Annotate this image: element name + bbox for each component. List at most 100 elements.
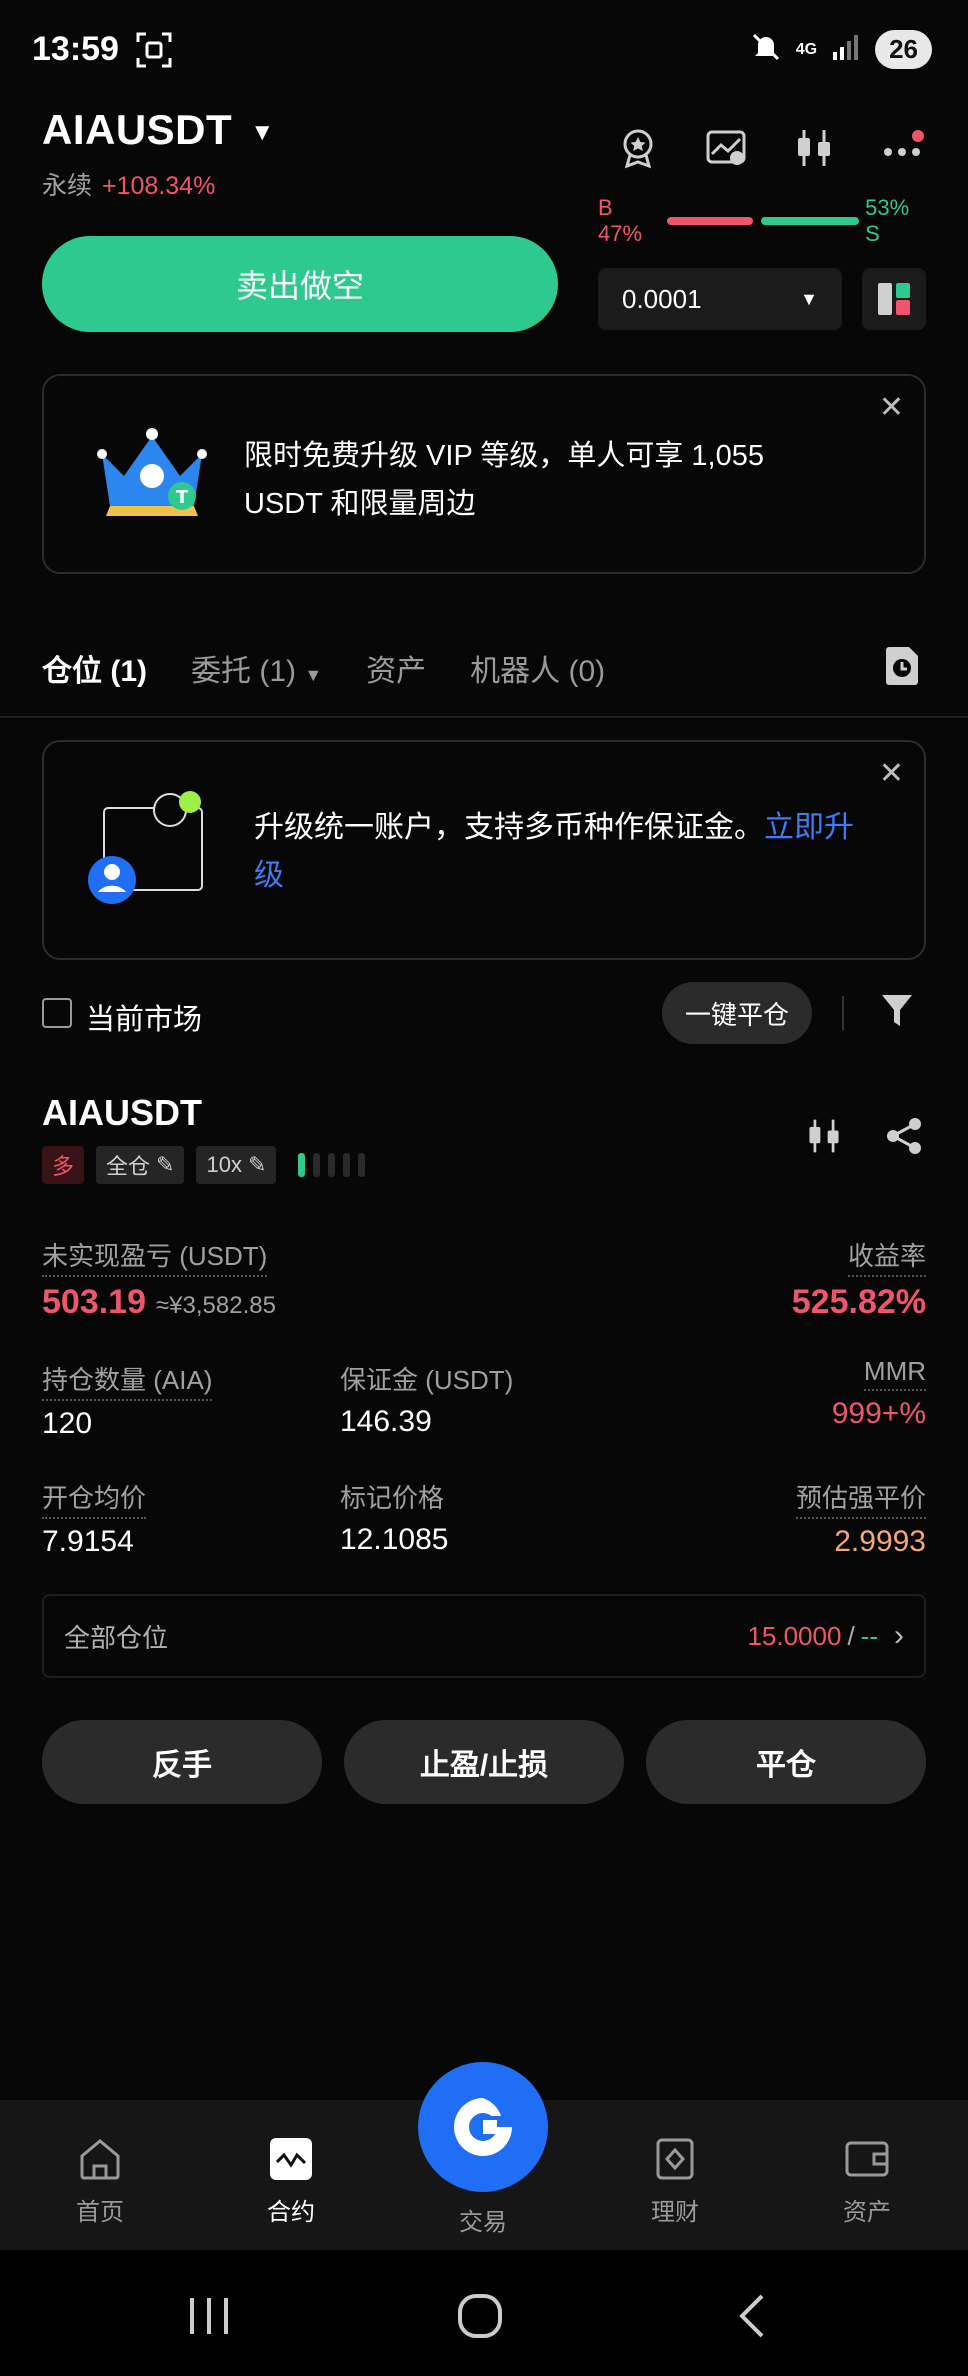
tpsl-button[interactable]: 止盈/止损 <box>344 1720 624 1804</box>
all-positions-row[interactable]: 全部仓位 15.0000 / -- › <box>42 1594 926 1678</box>
mmr-block: MMR 999+% <box>832 1356 926 1431</box>
share-icon[interactable] <box>884 1116 924 1161</box>
reverse-button[interactable]: 反手 <box>42 1720 322 1804</box>
edit-icon: ✎ <box>247 1152 267 1177</box>
leverage-tag[interactable]: 10x ✎ <box>196 1146 277 1184</box>
mark-price-label: 标记价格 <box>340 1483 445 1513</box>
size-label[interactable]: 持仓数量 (AIA) <box>42 1360 213 1401</box>
liq-price-label[interactable]: 预估强平价 <box>795 1478 926 1519</box>
orderbook-icon <box>878 283 910 315</box>
vip-promo-text: 限时免费升级 VIP 等级，单人可享 1,055 USDT 和限量周边 <box>244 440 764 520</box>
nav-home[interactable]: 首页 <box>35 2136 165 2227</box>
sell-ratio: 53% S <box>865 195 910 246</box>
battery-indicator: 26 <box>875 30 932 69</box>
liq-price-value: 2.9993 <box>834 1525 926 1558</box>
signal-icon <box>831 32 861 67</box>
unified-account-card[interactable]: 升级统一账户，支持多币种作保证金。立即升级 ✕ <box>42 740 926 960</box>
size-block: 持仓数量 (AIA) 120 <box>42 1360 213 1441</box>
chevron-down-icon: ▼ <box>250 118 275 146</box>
current-market-checkbox[interactable] <box>42 998 72 1028</box>
chart-card-icon[interactable] <box>704 126 748 170</box>
close-icon[interactable]: ✕ <box>879 390 904 425</box>
size-value: 120 <box>42 1407 93 1440</box>
home-icon <box>80 2139 120 2180</box>
layout-toggle-button[interactable] <box>862 268 926 330</box>
account-upgrade-icon <box>88 788 208 913</box>
side-tag: 多 <box>42 1146 85 1184</box>
vip-promo-card[interactable]: T 限时免费升级 VIP 等级，单人可享 1,055 USDT 和限量周边 ✕ <box>42 374 926 574</box>
mark-price-block: 标记价格 12.1085 <box>340 1478 448 1557</box>
svg-text:T: T <box>176 487 189 508</box>
entry-price-label[interactable]: 开仓均价 <box>42 1478 147 1519</box>
nav-futures[interactable]: 合约 <box>226 2136 356 2227</box>
nav-earn[interactable]: 理财 <box>610 2136 740 2227</box>
leverage-level-indicator <box>298 1153 366 1177</box>
nav-trade-label: 交易 <box>459 2209 507 2236</box>
margin-value: 146.39 <box>340 1405 432 1438</box>
position-actions <box>804 1116 924 1161</box>
divider <box>842 996 844 1030</box>
badge-icon[interactable] <box>616 126 660 170</box>
status-time: 13:59 <box>32 30 119 68</box>
unrealized-pnl-label[interactable]: 未实现盈亏 (USDT) <box>42 1236 268 1277</box>
more-icon[interactable] <box>880 126 924 170</box>
nav-assets[interactable]: 资产 <box>802 2136 932 2227</box>
quantity-value: 0.0001 <box>622 283 702 314</box>
nav-trade-button[interactable] <box>418 2062 548 2192</box>
caret-down-icon: ▼ <box>800 288 818 309</box>
all-positions-value: 15.0000 <box>747 1620 842 1651</box>
system-nav-bar <box>0 2250 968 2376</box>
all-positions-dash: -- <box>860 1620 878 1651</box>
unrealized-pnl-cny: ≈¥3,582.85 <box>156 1292 276 1319</box>
entry-price-value: 7.9154 <box>42 1525 134 1558</box>
close-position-button[interactable]: 平仓 <box>646 1720 926 1804</box>
price-change: +108.34% <box>102 172 216 200</box>
all-positions-separator: / <box>847 1620 855 1651</box>
futures-icon <box>270 2138 312 2180</box>
sell-ratio-bar <box>761 217 860 225</box>
unrealized-pnl-value: 503.19 <box>42 1283 146 1321</box>
tabs-divider <box>0 716 968 718</box>
crown-icon: T <box>92 414 212 529</box>
unified-account-text: 升级统一账户，支持多币种作保证金。立即升级 <box>254 811 854 892</box>
entry-price-block: 开仓均价 7.9154 <box>42 1478 147 1559</box>
status-icons: 4G 26 <box>750 30 932 69</box>
sell-short-button[interactable]: 卖出做空 <box>42 236 558 332</box>
history-icon[interactable] <box>884 646 920 691</box>
mute-icon <box>750 31 782 68</box>
mmr-label[interactable]: MMR <box>863 1356 926 1391</box>
back-icon[interactable] <box>734 2292 770 2345</box>
pair-subtitle: 永续 +108.34% <box>42 172 216 200</box>
position-tags: 多 全仓 ✎ 10x ✎ <box>42 1146 366 1184</box>
quantity-select[interactable]: 0.0001 ▼ <box>598 268 842 330</box>
screenshot-icon <box>134 30 174 75</box>
tab-positions[interactable]: 仓位 (1) <box>42 646 147 690</box>
position-symbol[interactable]: AIAUSDT <box>42 1092 202 1134</box>
tab-orders[interactable]: 委托 (1) ▼ <box>191 646 322 690</box>
buy-ratio: B 47% <box>598 195 643 246</box>
tab-assets[interactable]: 资产 <box>366 646 426 690</box>
pair-title[interactable]: AIAUSDT ▼ <box>42 106 275 154</box>
margin-block: 保证金 (USDT) 146.39 <box>340 1360 513 1439</box>
filter-icon[interactable] <box>880 992 914 1035</box>
roe-label[interactable]: 收益率 <box>847 1236 926 1277</box>
roe-value: 525.82% <box>791 1283 926 1321</box>
trade-icon <box>454 2098 512 2156</box>
header-actions <box>616 126 924 170</box>
current-market-label: 当前市场 <box>86 1004 203 1036</box>
candlestick-icon[interactable] <box>792 126 836 170</box>
wallet-icon <box>845 2141 889 2177</box>
home-button-icon[interactable] <box>456 2292 504 2345</box>
recent-apps-icon[interactable] <box>186 2294 232 2343</box>
caret-down-icon: ▼ <box>304 665 323 685</box>
close-all-button[interactable]: 一键平仓 <box>662 982 812 1044</box>
unrealized-pnl-block: 未实现盈亏 (USDT) 503.19 ≈¥3,582.85 <box>42 1236 276 1322</box>
tab-bots[interactable]: 机器人 (0) <box>470 646 605 690</box>
chevron-right-icon: › <box>894 1619 904 1652</box>
margin-mode-tag[interactable]: 全仓 ✎ <box>96 1146 185 1184</box>
network-label: 4G <box>795 40 818 58</box>
candlestick-icon[interactable] <box>804 1116 844 1161</box>
mark-price-value: 12.1085 <box>340 1523 449 1556</box>
buy-ratio-bar <box>666 217 754 225</box>
close-icon[interactable]: ✕ <box>879 756 904 791</box>
